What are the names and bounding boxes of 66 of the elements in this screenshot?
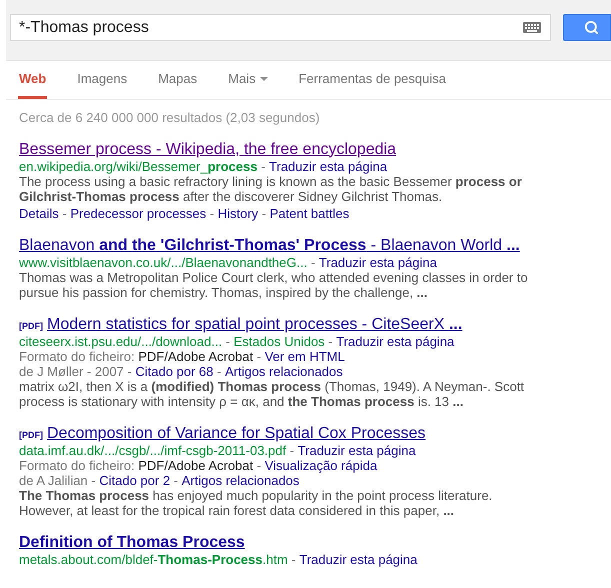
result-link[interactable]: Artigos relacionados bbox=[182, 472, 300, 488]
pdf-tag: [PDF] bbox=[19, 320, 43, 333]
result-snippet: The process using a basic refractory lining is known as the basic Bessemer process or Gilchrist-Thomas process after the discoverer Sidney Gilchrist Thomas. bbox=[19, 174, 523, 204]
meta-text: Formato do ficheiro: bbox=[19, 348, 135, 364]
url-text: metals.about.com/bldef-Thomas-Process.htm bbox=[19, 552, 288, 566]
result-link[interactable]: Traduzir esta página bbox=[299, 552, 418, 566]
result-link[interactable]: Details bbox=[19, 206, 59, 220]
separator-text: - bbox=[61, 206, 68, 220]
keyboard-icon[interactable] bbox=[523, 22, 541, 33]
separator-text: - bbox=[260, 206, 268, 220]
result-link[interactable]: Visualização rápida bbox=[264, 458, 378, 472]
separator-text: - bbox=[256, 458, 262, 472]
meta-text: Formato do ficheiro: bbox=[19, 458, 135, 472]
separator-text: - bbox=[90, 472, 97, 488]
result-link[interactable]: Patent battles bbox=[270, 206, 350, 220]
result-stats: Cerca de 6 240 000 000 resultados (2,03 segundos) bbox=[19, 109, 321, 127]
result-link[interactable]: History bbox=[218, 206, 258, 220]
result-title-link[interactable]: Bessemer process - Wikipedia, the free encyclopedia bbox=[19, 140, 396, 158]
separator-text: - bbox=[327, 334, 334, 348]
separator-text: - bbox=[216, 364, 222, 378]
file-type-text: PDF/Adobe Acrobat bbox=[138, 458, 254, 472]
separator-text: - bbox=[208, 206, 216, 220]
search-tab[interactable]: Imagens bbox=[76, 61, 128, 99]
separator-text: - bbox=[172, 472, 180, 488]
url-text: Estados Unidos bbox=[234, 334, 325, 348]
url-text: data.imf.au.dk/.../csgb/.../imf-csgb-2011-03.pdf bbox=[19, 442, 286, 458]
result-link[interactable]: Citado por 2 bbox=[99, 472, 170, 488]
file-type-text: PDF/Adobe Acrobat bbox=[138, 348, 254, 364]
result-title-link[interactable]: Blaenavon and the 'Gilchrist-Thomas' Process - Blaenavon World ... bbox=[19, 236, 520, 254]
separator-text: - bbox=[256, 348, 262, 364]
meta-text: de A Jalilian bbox=[19, 472, 88, 488]
result-link[interactable]: Artigos relacionados bbox=[224, 364, 343, 378]
search-tab[interactable]: Mapas bbox=[157, 61, 198, 99]
search-icon bbox=[584, 20, 599, 35]
search-tab[interactable]: Web bbox=[18, 61, 48, 99]
search-tab[interactable]: Ferramentas de pesquisa bbox=[298, 61, 447, 99]
separator-text: - bbox=[224, 334, 232, 348]
result-link[interactable]: Traduzir esta página bbox=[336, 334, 454, 348]
separator-text: - bbox=[126, 364, 133, 378]
result-link[interactable]: Traduzir esta página bbox=[298, 442, 416, 458]
result-link[interactable]: Traduzir esta página bbox=[318, 254, 437, 270]
url-text: citeseerx.ist.psu.edu/.../download... bbox=[19, 334, 222, 348]
result-link[interactable]: Ver em HTML bbox=[264, 348, 345, 364]
meta-text: de J Møller bbox=[19, 364, 84, 378]
url-text: en.wikipedia.org/wiki/Bessemer_process bbox=[19, 158, 258, 174]
separator-text: - bbox=[310, 254, 316, 270]
separator-text: - bbox=[290, 552, 297, 566]
result-title-link[interactable]: Modern statistics for spatial point processes - CiteSeerX ... bbox=[47, 314, 462, 334]
meta-text: 2007 bbox=[94, 364, 124, 378]
result-link[interactable]: Predecessor processes bbox=[70, 206, 206, 220]
caret-icon bbox=[260, 76, 268, 80]
pdf-tag: [PDF] bbox=[19, 428, 43, 442]
separator-text: - bbox=[260, 158, 266, 174]
result-snippet: The Thomas process has enjoyed much popularity in the point process literature. However, at least for the tropical rain forest data considered in this paper, ... bbox=[19, 488, 494, 518]
result-snippet: Thomas was a Metropolitan Police Court clerk, who attended evening classes in order to pursue his passion for chemistry. Thomas, inspired by the challenge, ... bbox=[19, 270, 529, 300]
search-field[interactable]: *-Thomas process bbox=[10, 14, 551, 41]
result-title-link[interactable]: Decomposition of Variance for Spatial Cox Processes bbox=[47, 424, 426, 442]
search-button[interactable] bbox=[563, 14, 611, 41]
result-title-link[interactable]: Definition of Thomas Process bbox=[19, 532, 245, 552]
search-tab[interactable]: Mais bbox=[227, 61, 269, 99]
result-link[interactable]: Citado por 68 bbox=[135, 364, 214, 378]
result-snippet: matrix ω2I, then X is a (modified) Thomas process (Thomas, 1949). A Neyman-. Scott process is stationary with intensity ρ = ακ, and the Thomas process is. 13 ... bbox=[19, 378, 526, 408]
url-text: www.visitblaenavon.co.uk/.../BlaenavonandtheG... bbox=[19, 254, 308, 270]
separator-text: - bbox=[288, 442, 296, 458]
result-link[interactable]: Traduzir esta página bbox=[269, 158, 388, 174]
separator-text: - bbox=[86, 364, 92, 378]
